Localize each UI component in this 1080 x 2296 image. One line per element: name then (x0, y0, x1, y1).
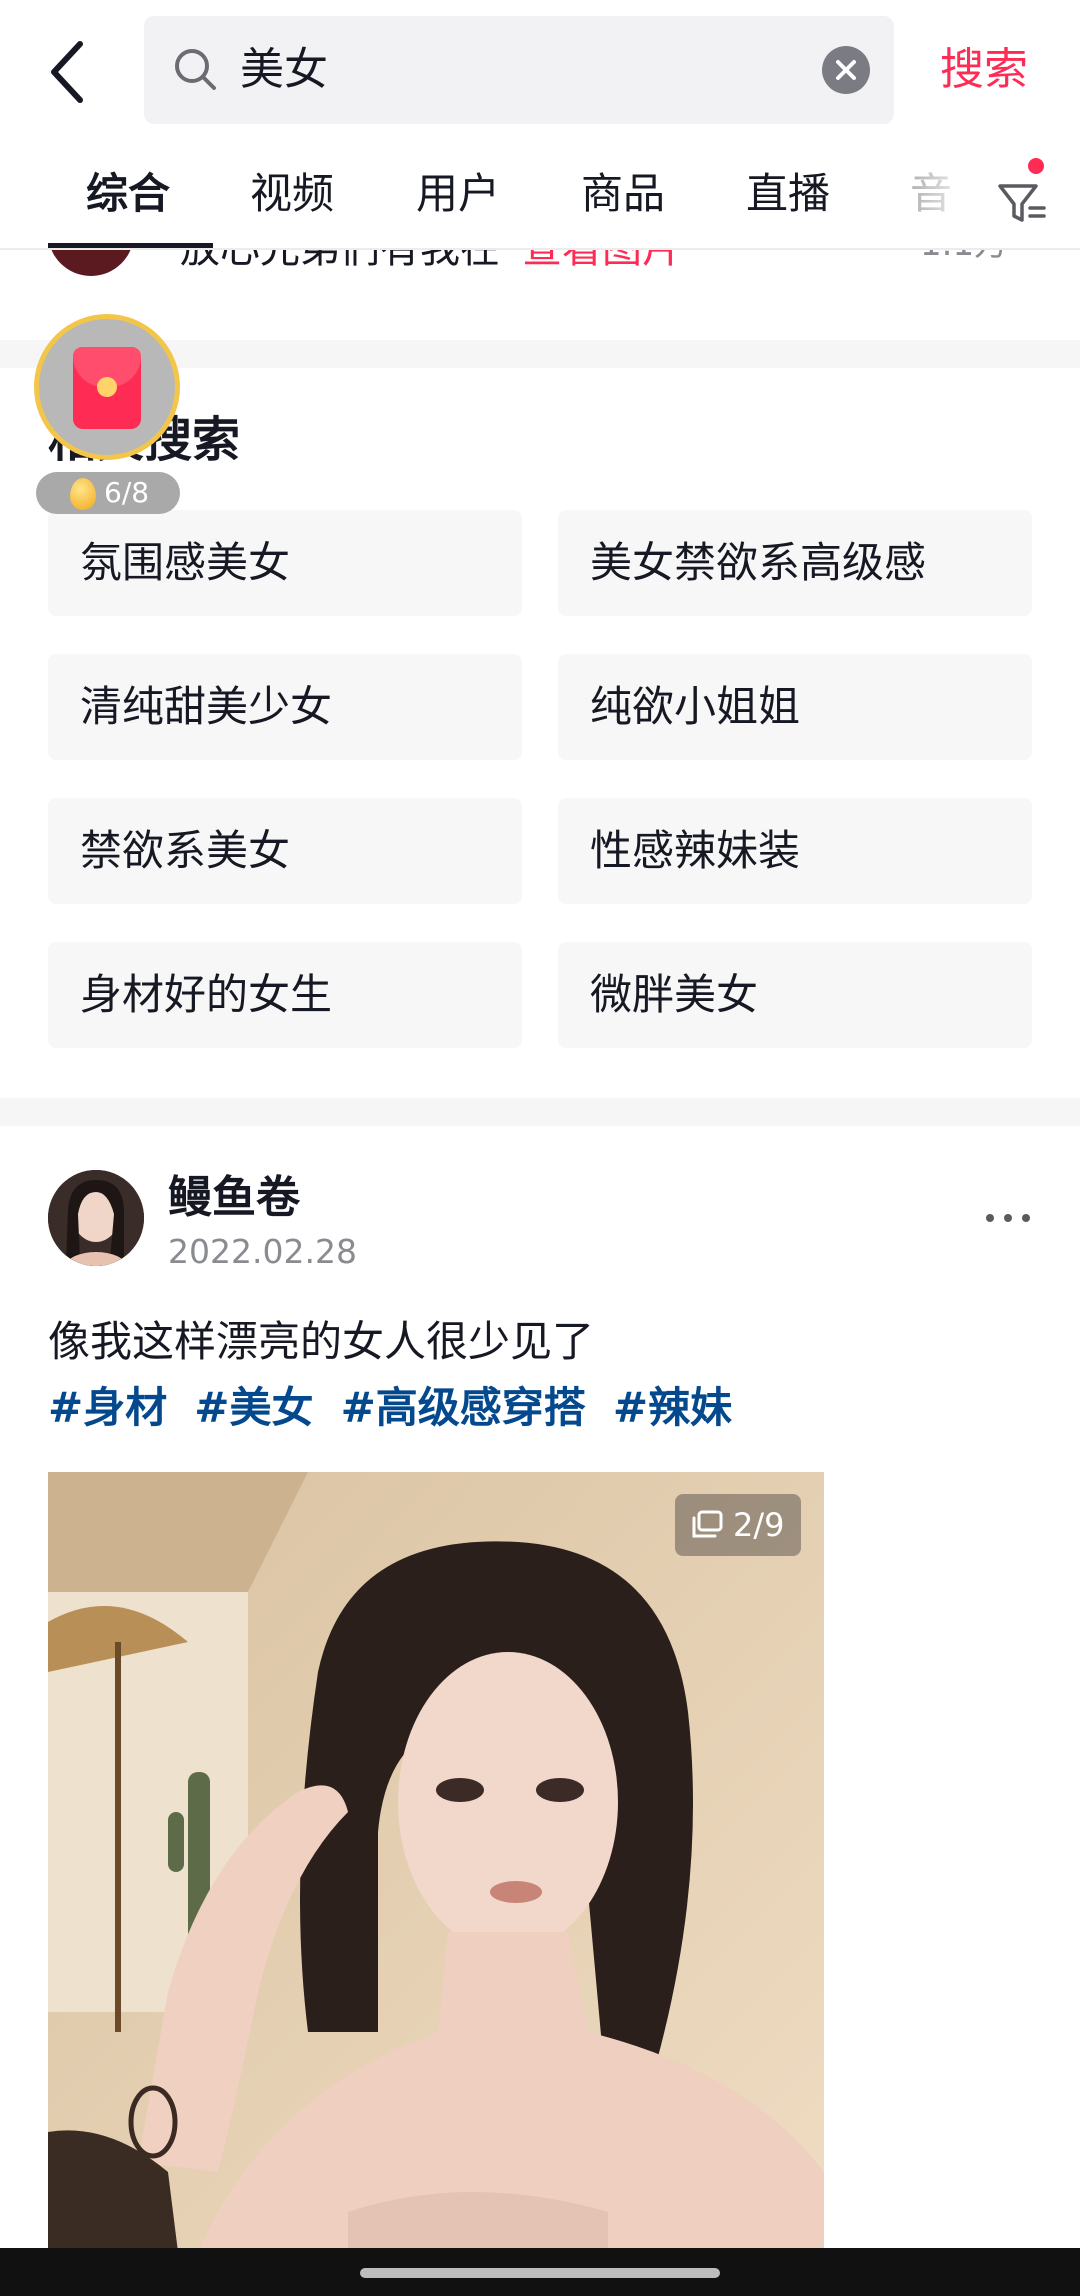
search-results-page: 美女 搜索 综合 视频 用户 商品 直播 音 (0, 0, 1080, 2296)
related-search-item[interactable]: 性感辣妹装 (558, 798, 1032, 904)
gallery-icon (692, 1510, 723, 1538)
post-caption: 像我这样漂亮的女人很少见了 (48, 1317, 595, 1366)
chevron-left-icon (51, 41, 83, 103)
post-hashtags: #身材 #美女 #高级感穿搭 #辣妹 (48, 1378, 754, 1438)
close-icon (836, 60, 856, 80)
search-box[interactable]: 美女 (144, 16, 894, 124)
related-search-item[interactable]: 禁欲系美女 (48, 798, 522, 904)
system-navigation-bar (0, 2248, 1080, 2296)
tab-products[interactable]: 商品 (581, 164, 665, 224)
avatar-image (48, 1170, 144, 1266)
filter-icon (998, 184, 1046, 222)
previous-result-text: 放心兄弟们有我在 (180, 250, 500, 274)
image-counter-text: 2/9 (733, 1506, 785, 1544)
search-icon (175, 49, 216, 90)
home-gesture-handle[interactable] (360, 2268, 720, 2278)
image-counter-badge: 2/9 (675, 1494, 801, 1556)
red-packet-progress-label: 6/8 (104, 476, 150, 509)
tabs-fade-overlay (890, 150, 1000, 246)
related-search-item[interactable]: 身材好的女生 (48, 942, 522, 1048)
hashtag-link[interactable]: #身材 (48, 1378, 167, 1438)
red-packet-icon (73, 347, 141, 429)
header-divider (0, 248, 1080, 250)
tab-comprehensive[interactable]: 综合 (86, 164, 170, 224)
red-packet-widget[interactable] (34, 314, 180, 460)
related-search-item[interactable]: 纯欲小姐姐 (558, 654, 1032, 760)
view-images-link[interactable]: 查看图片 (522, 250, 682, 274)
search-header: 美女 搜索 综合 视频 用户 商品 直播 音 (0, 0, 1080, 250)
clear-search-button[interactable] (822, 46, 870, 94)
previous-result-meta: 1.1万 (920, 250, 1008, 265)
author-name[interactable]: 鳗鱼卷 (168, 1168, 300, 1228)
search-input[interactable]: 美女 (240, 38, 760, 102)
tab-live[interactable]: 直播 (746, 164, 830, 224)
post-photo (48, 1472, 824, 2252)
post-image[interactable]: 2/9 (48, 1472, 824, 2252)
coin-icon (97, 377, 117, 397)
gold-egg-icon (70, 478, 96, 510)
related-search-item[interactable]: 微胖美女 (558, 942, 1032, 1048)
result-tabs: 综合 视频 用户 商品 直播 音 (0, 150, 1080, 250)
tab-videos[interactable]: 视频 (250, 164, 334, 224)
filter-button[interactable] (992, 164, 1052, 236)
hashtag-link[interactable]: #辣妹 (613, 1378, 732, 1438)
avatar (48, 250, 134, 276)
previous-result-partial[interactable]: 放心兄弟们有我在 查看图片 1.1万 (0, 250, 1080, 282)
red-packet-progress[interactable]: 6/8 (36, 472, 180, 514)
post-date: 2022.02.28 (168, 1232, 357, 1271)
hashtag-link[interactable]: #美女 (194, 1378, 313, 1438)
section-divider (0, 1098, 1080, 1126)
related-search-item[interactable]: 美女禁欲系高级感 (558, 510, 1032, 616)
related-search-item[interactable]: 清纯甜美少女 (48, 654, 522, 760)
hashtag-link[interactable]: #高级感穿搭 (341, 1378, 586, 1438)
author-avatar[interactable] (48, 1170, 144, 1266)
more-options-button[interactable] (982, 1200, 1034, 1236)
more-horizontal-icon (986, 1214, 1030, 1222)
search-submit-button[interactable]: 搜索 (940, 40, 1028, 100)
related-search-item[interactable]: 氛围感美女 (48, 510, 522, 616)
back-button[interactable] (40, 32, 100, 112)
tab-users[interactable]: 用户 (416, 164, 500, 224)
filter-notification-dot (1026, 156, 1046, 176)
